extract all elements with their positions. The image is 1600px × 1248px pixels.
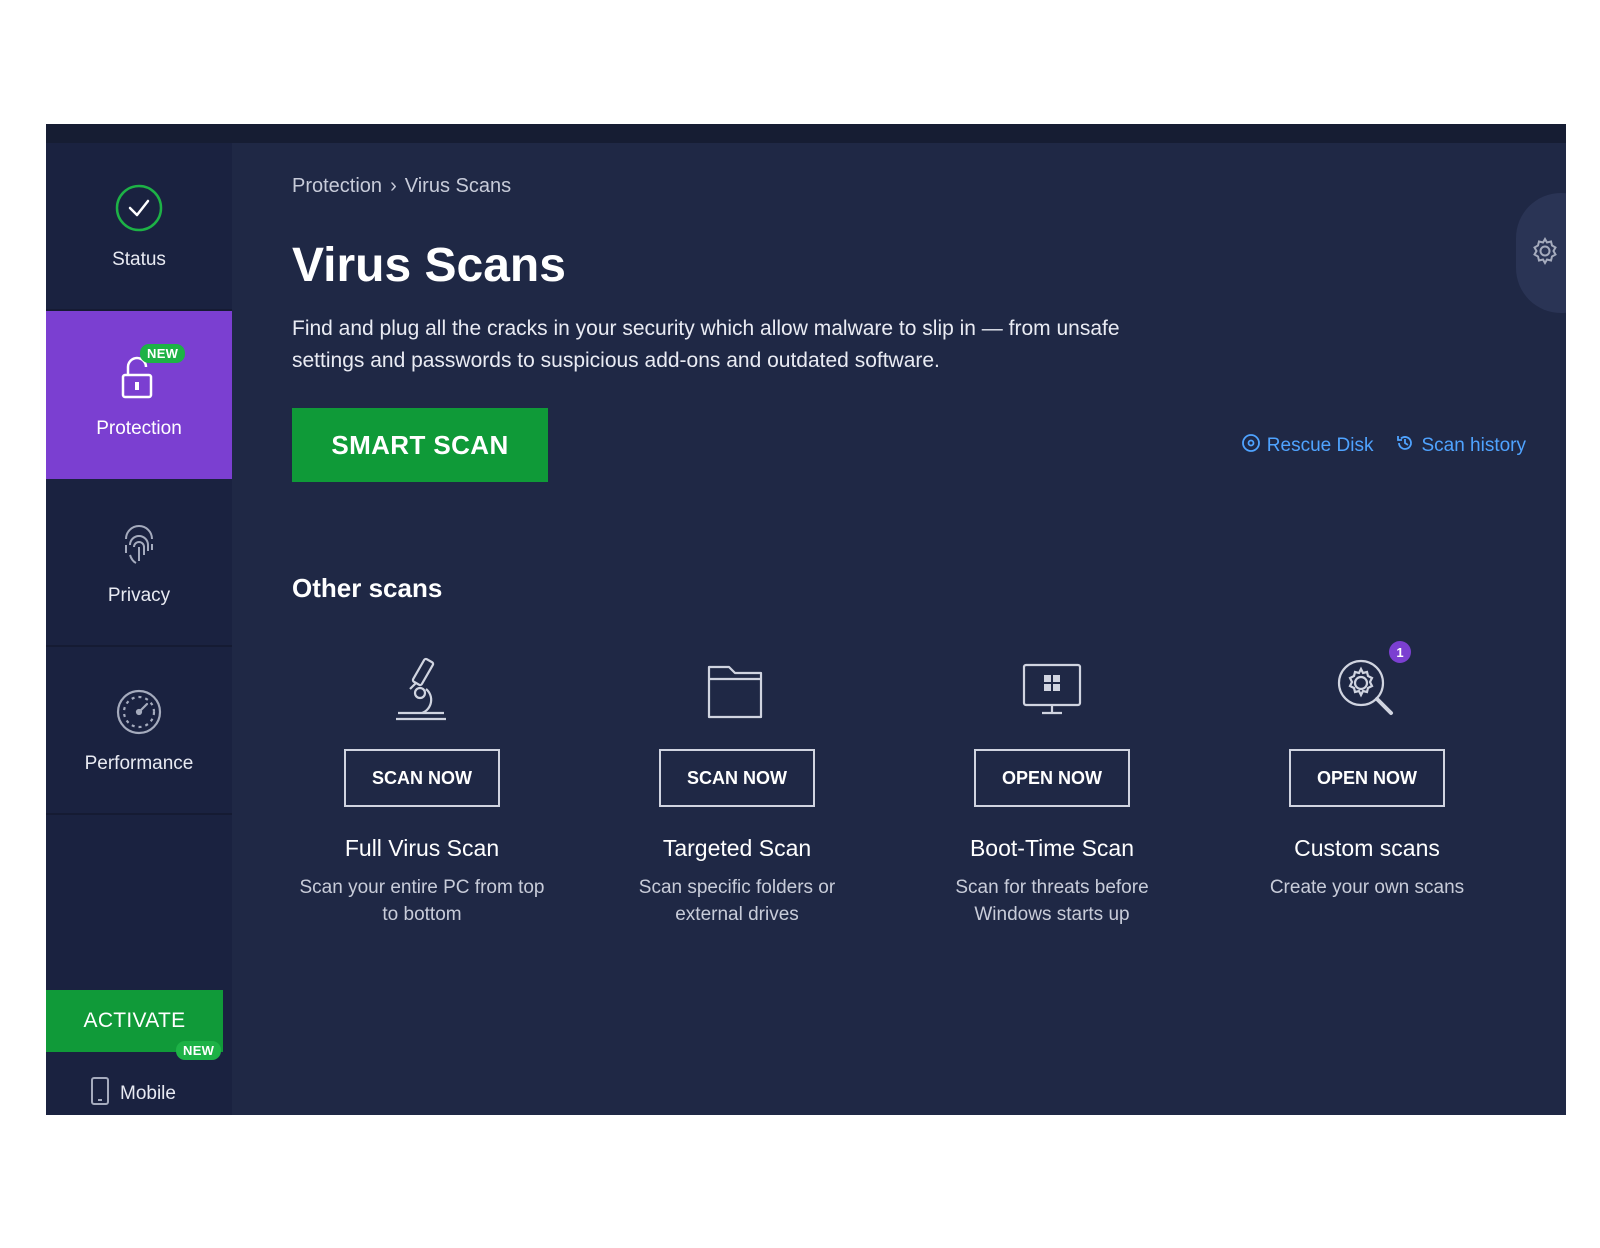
scan-description: Scan for threats before Windows starts u… [955,877,1149,925]
scan-name: Boot-Time Scan [969,835,1135,861]
sidebar-item-protection[interactable]: NEW Protection [46,311,232,479]
settings-button[interactable] [1516,193,1566,313]
scan-description: Scan specific folders or external drives [638,877,836,925]
sidebar-item-performance[interactable]: Performance [46,647,232,815]
phone-icon [90,1076,110,1112]
new-badge: NEW [140,344,186,363]
speedometer-icon [112,685,166,739]
breadcrumb: Protection › Virus Scans [292,175,511,198]
page-description: Find and plug all the cracks in your sec… [292,317,1120,372]
check-circle-icon [112,181,166,235]
main-content: Protection › Virus Scans Virus Scans Fin… [232,143,1566,1115]
scan-history-link[interactable]: Scan history [1395,433,1526,459]
microscope-icon [386,653,458,725]
custom-open-now-button[interactable]: OPEN NOW [1289,749,1445,807]
search-gear-icon: 1 [1331,641,1411,725]
scan-card-boot-time: OPEN NOW Boot-Time Scan Scan for threats… [902,653,1202,928]
disc-icon [1241,433,1261,459]
scan-name: Custom scans [1294,835,1440,861]
custom-scans-count-badge: 1 [1389,641,1411,663]
history-icon [1395,433,1415,459]
breadcrumb-protection[interactable]: Protection [292,175,382,198]
sidebar-item-label: Protection [96,418,182,439]
title-bar [46,124,1566,143]
sidebar-item-label: Performance [84,753,194,774]
smart-scan-button[interactable]: SMART SCAN [292,408,548,482]
scan-description: Scan your entire PC from top to bottom [299,877,545,925]
mobile-new-badge: NEW [176,1041,222,1060]
boot-time-open-now-button[interactable]: OPEN NOW [974,749,1130,807]
other-scans-title: Other scans [292,573,443,603]
sidebar-item-label: Privacy [107,585,171,606]
scan-name: Full Virus Scan [344,835,500,861]
lock-icon: NEW [112,344,186,404]
targeted-scan-now-button[interactable]: SCAN NOW [659,749,815,807]
fingerprint-icon [112,517,166,571]
breadcrumb-separator: › [390,175,397,197]
folder-icon [701,653,773,725]
sidebar-item-privacy[interactable]: Privacy [46,479,232,647]
header-links: Rescue Disk Scan history [1241,433,1526,459]
gear-icon [1530,236,1560,271]
scan-history-label: Scan history [1421,435,1526,456]
scan-description: Create your own scans [1269,877,1465,898]
page-title: Virus Scans [292,239,566,292]
sidebar-item-mobile[interactable]: Mobile [90,1076,176,1112]
sidebar: Status NEW Protection Privacy Performanc… [46,143,232,1115]
scan-name: Targeted Scan [662,835,812,861]
rescue-disk-link[interactable]: Rescue Disk [1241,433,1374,459]
breadcrumb-current: Virus Scans [404,175,512,197]
sidebar-item-status[interactable]: Status [46,143,232,311]
mobile-label: Mobile [120,1083,176,1104]
app-window: Status NEW Protection Privacy Performanc… [46,124,1566,1115]
scan-card-targeted: SCAN NOW Targeted Scan Scan specific fol… [587,653,887,928]
sidebar-item-label: Status [112,249,166,270]
full-scan-now-button[interactable]: SCAN NOW [344,749,500,807]
rescue-disk-label: Rescue Disk [1266,435,1374,456]
scan-card-full: SCAN NOW Full Virus Scan Scan your entir… [272,653,572,928]
monitor-icon [1016,653,1088,725]
scan-card-custom: 1 OPEN NOW Custom scans Create your own … [1217,641,1517,901]
